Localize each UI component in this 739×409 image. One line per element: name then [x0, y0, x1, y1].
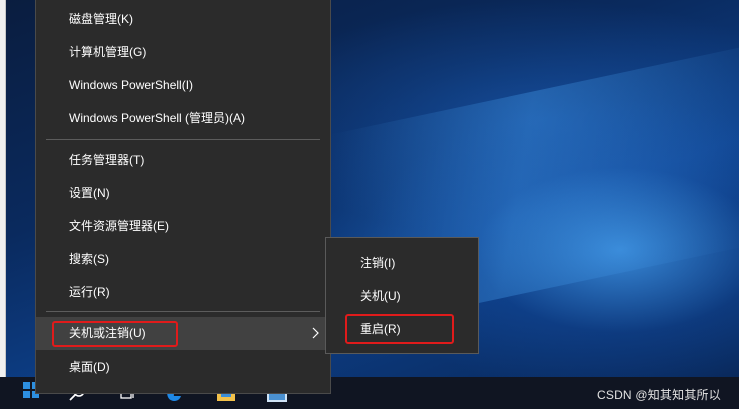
menu-item-settings[interactable]: 设置(N) [36, 177, 330, 210]
watermark: CSDN @知其知其所以 [597, 388, 721, 402]
annotation-highlight-box [52, 321, 178, 347]
menu-separator [46, 311, 320, 312]
menu-item-powershell[interactable]: Windows PowerShell(I) [36, 69, 330, 102]
menu-item-search[interactable]: 搜索(S) [36, 243, 330, 276]
submenu-item-signout[interactable]: 注销(I) [326, 247, 478, 280]
menu-item-disk-management[interactable]: 磁盘管理(K) [36, 3, 330, 36]
submenu-arrow-icon [312, 327, 319, 339]
annotation-highlight-box [345, 314, 454, 344]
menu-separator [46, 139, 320, 140]
menu-item-file-explorer[interactable]: 文件资源管理器(E) [36, 210, 330, 243]
window-edge-strip [0, 0, 6, 409]
menu-item-desktop[interactable]: 桌面(D) [36, 351, 330, 384]
menu-item-task-manager[interactable]: 任务管理器(T) [36, 144, 330, 177]
menu-item-run[interactable]: 运行(R) [36, 276, 330, 309]
menu-item-powershell-admin[interactable]: Windows PowerShell (管理员)(A) [36, 102, 330, 135]
menu-item-computer-management[interactable]: 计算机管理(G) [36, 36, 330, 69]
submenu-item-shutdown[interactable]: 关机(U) [326, 280, 478, 313]
